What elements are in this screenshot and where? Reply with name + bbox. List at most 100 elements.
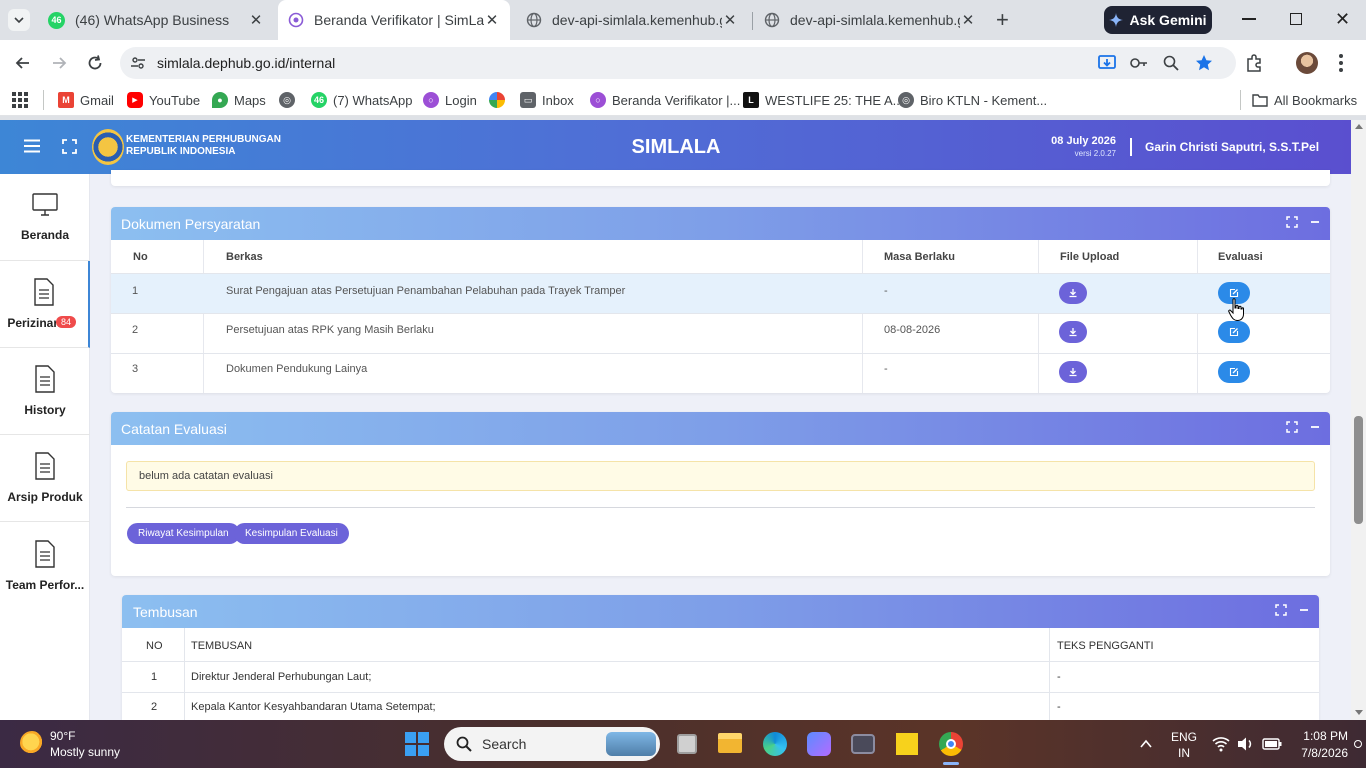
sidebar-item-beranda[interactable]: Beranda — [0, 174, 90, 261]
forward-arrow-icon[interactable] — [50, 54, 68, 72]
bookmark-login[interactable]: ○ Login — [423, 90, 477, 110]
simlala-logo-icon: ○ — [590, 92, 606, 108]
language-primary[interactable]: ENG — [1171, 730, 1197, 744]
tab-dev-api-1[interactable]: dev-api-simlala.kemenhub.go.id ✕ — [516, 0, 748, 40]
extensions-icon[interactable] — [1244, 53, 1264, 73]
close-icon[interactable]: ✕ — [960, 11, 976, 29]
camera-app-icon[interactable] — [851, 734, 875, 754]
close-icon[interactable]: ✕ — [722, 11, 738, 29]
weather-sun-icon[interactable] — [20, 731, 44, 755]
url-text[interactable]: simlala.dephub.go.id/internal — [157, 55, 335, 71]
expand-icon[interactable] — [1275, 604, 1287, 616]
weather-desc[interactable]: Mostly sunny — [50, 745, 120, 759]
user-name[interactable]: Garin Christi Saputri, S.S.T.Pel — [1145, 140, 1319, 154]
tab-whatsapp[interactable]: 46 (46) WhatsApp Business ✕ — [38, 0, 274, 40]
file-explorer-icon[interactable] — [718, 733, 742, 753]
table-row: 1 Direktur Jenderal Perhubungan Laut; - — [122, 661, 1319, 692]
expand-icon[interactable] — [1286, 421, 1298, 433]
scroll-down-arrow[interactable] — [1355, 710, 1363, 715]
taskbar-time[interactable]: 1:08 PM — [1294, 729, 1348, 743]
profile-avatar[interactable] — [1296, 52, 1318, 74]
tab-dev-api-2[interactable]: dev-api-simlala.kemenhub.go.id ✕ — [754, 0, 986, 40]
bookmark-beranda[interactable]: ○ Beranda Verifikator |... — [590, 90, 740, 110]
minus-icon[interactable] — [1299, 604, 1309, 616]
close-icon[interactable]: ✕ — [248, 11, 264, 29]
sidebar-item-perizinan[interactable]: Perizinan — [0, 261, 90, 348]
download-button[interactable] — [1059, 321, 1087, 343]
tab-search-button[interactable] — [8, 9, 30, 31]
browser-menu-icon[interactable] — [1339, 54, 1343, 72]
download-button[interactable] — [1059, 282, 1087, 304]
new-tab-button[interactable]: + — [996, 9, 1009, 31]
sticky-notes-icon[interactable] — [896, 733, 918, 755]
minus-icon[interactable] — [1310, 421, 1320, 433]
ask-gemini-button[interactable]: Ask Gemini — [1104, 6, 1212, 34]
key-icon[interactable] — [1129, 54, 1149, 72]
card-title: Catatan Evaluasi — [121, 420, 227, 437]
minus-icon[interactable] — [1310, 216, 1320, 228]
scroll-up-arrow[interactable] — [1355, 124, 1363, 129]
bookmark-label: Gmail — [80, 92, 114, 108]
bookmark-youtube[interactable]: ▶ YouTube — [127, 90, 200, 110]
task-view-icon[interactable] — [677, 734, 697, 754]
bookmark-inbox[interactable]: ▭ Inbox — [520, 90, 574, 110]
restore-button[interactable] — [1290, 13, 1302, 25]
bookmark-star-icon[interactable] — [1194, 53, 1214, 73]
card-header: Dokumen Persyaratan — [111, 207, 1330, 240]
edge-browser-icon[interactable] — [763, 732, 787, 756]
fullscreen-icon[interactable] — [62, 139, 77, 154]
search-highlight-image — [606, 732, 656, 756]
riwayat-kesimpulan-button[interactable]: Riwayat Kesimpulan — [127, 523, 240, 544]
sidebar-item-label: Team Perfor... — [5, 577, 85, 592]
install-app-icon[interactable] — [1097, 53, 1117, 73]
weather-temp[interactable]: 90°F — [50, 729, 75, 743]
taskbar-date[interactable]: 7/8/2026 — [1290, 746, 1348, 760]
download-button[interactable] — [1059, 361, 1087, 383]
close-window-button[interactable]: ✕ — [1335, 9, 1350, 30]
expand-icon[interactable] — [1286, 216, 1298, 228]
bookmark-westlife[interactable]: L WESTLIFE 25: THE A... — [743, 90, 903, 110]
apps-grid-icon[interactable] — [12, 92, 28, 108]
site-settings-icon[interactable] — [130, 55, 146, 71]
bookmark-whatsapp[interactable]: 46 (7) WhatsApp — [311, 90, 412, 110]
chevron-up-icon[interactable] — [1140, 739, 1152, 749]
sidebar-item-team-performance[interactable]: Team Perfor... — [0, 522, 90, 609]
reload-icon[interactable] — [86, 54, 104, 72]
minimize-button[interactable] — [1242, 18, 1256, 20]
page-scrollbar[interactable] — [1351, 120, 1366, 720]
row-berkas: Persetujuan atas RPK yang Masih Berlaku — [226, 324, 434, 336]
language-secondary[interactable]: IN — [1178, 746, 1190, 760]
maps-pin-icon: ● — [212, 92, 228, 108]
volume-icon[interactable] — [1237, 736, 1255, 752]
kesimpulan-evaluasi-button[interactable]: Kesimpulan Evaluasi — [234, 523, 349, 544]
bookmark-gmail[interactable]: M Gmail — [58, 90, 114, 110]
edit-evaluasi-button[interactable] — [1218, 361, 1250, 383]
hamburger-menu-icon[interactable] — [24, 139, 40, 153]
bookmark-photos[interactable] — [489, 90, 511, 110]
scrollbar-thumb[interactable] — [1354, 416, 1363, 524]
row-tembusan: Kepala Kantor Kesyahbandaran Utama Setem… — [191, 701, 436, 713]
zoom-icon[interactable] — [1162, 54, 1180, 72]
bookmark-maps[interactable]: ● Maps — [212, 90, 266, 110]
all-bookmarks-button[interactable]: All Bookmarks — [1252, 90, 1357, 110]
kemenhub-logo — [92, 129, 124, 165]
edit-evaluasi-button[interactable] — [1218, 321, 1250, 343]
pinwheel-icon — [489, 92, 505, 108]
sidebar-item-arsip-produk[interactable]: Arsip Produk — [0, 435, 90, 522]
battery-icon[interactable] — [1262, 737, 1282, 751]
card-title: Dokumen Persyaratan — [121, 215, 261, 232]
notification-icon[interactable] — [1354, 740, 1362, 748]
windows-start-icon[interactable] — [405, 732, 429, 756]
tab-simlala[interactable]: Beranda Verifikator | SimLala ✕ — [278, 0, 510, 40]
table-row: 2 Kepala Kantor Kesyahbandaran Utama Set… — [122, 692, 1319, 720]
table-row: 1 Surat Pengajuan atas Persetujuan Penam… — [111, 273, 1330, 313]
taskbar-search-box[interactable]: Search — [444, 727, 660, 761]
bookmark-globe[interactable]: ◎ — [279, 90, 301, 110]
back-arrow-icon[interactable] — [14, 54, 32, 72]
wifi-icon[interactable] — [1212, 736, 1230, 752]
gemini-sparkle-icon — [1109, 13, 1124, 27]
close-icon[interactable]: ✕ — [484, 11, 500, 29]
sidebar-item-history[interactable]: History — [0, 348, 90, 435]
copilot-icon[interactable] — [807, 732, 831, 756]
bookmark-biro-ktln[interactable]: ◎ Biro KTLN - Kement... — [898, 90, 1047, 110]
